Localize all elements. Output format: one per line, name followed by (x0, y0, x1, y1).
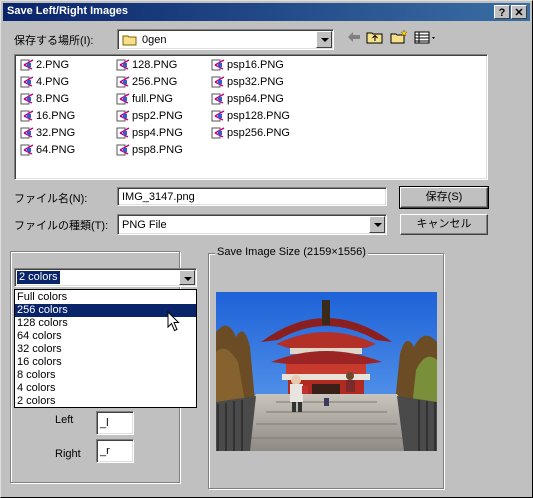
left-suffix-value: _l (100, 417, 109, 429)
png-file-icon (211, 93, 225, 106)
color-option[interactable]: 16 colors (15, 356, 196, 369)
file-name: psp8.PNG (132, 144, 183, 156)
location-dropdown-arrow[interactable] (316, 31, 332, 48)
file-name: psp2.PNG (132, 110, 183, 122)
filetype-dropdown-arrow[interactable] (369, 216, 385, 233)
png-file-icon (211, 76, 225, 89)
view-menu-icon[interactable] (414, 29, 438, 47)
save-button[interactable]: 保存(S) (399, 186, 489, 209)
color-option[interactable]: 32 colors (15, 343, 196, 356)
file-name: 128.PNG (132, 59, 178, 71)
colors-dropdown-list[interactable]: Full colors 256 colors 128 colors 64 colors… (14, 289, 197, 408)
location-value: 0gen (142, 34, 167, 46)
file-name: full.PNG (132, 93, 173, 105)
color-option[interactable]: 8 colors (15, 369, 196, 382)
png-file-icon (20, 127, 34, 140)
filetype-value: PNG File (122, 219, 167, 231)
png-file-icon (20, 76, 34, 89)
left-label: Left (55, 414, 74, 426)
file-name: psp16.PNG (227, 59, 284, 71)
filetype-dropdown[interactable]: PNG File (117, 214, 387, 235)
help-button[interactable]: ? (494, 5, 510, 19)
file-list[interactable]: 2.PNG 4.PNG 8.PNG 16.PNG 32.PNG 64.PNG 128.PNG… (14, 54, 488, 180)
png-file-icon (116, 76, 130, 89)
filename-input[interactable]: IMG_3147.png (117, 187, 387, 206)
png-file-icon (20, 110, 34, 123)
color-option[interactable]: 4 colors (15, 382, 196, 395)
file-name: psp32.PNG (227, 76, 284, 88)
title-bar: Save Left/Right Images ? ✕ (3, 3, 530, 21)
png-file-icon (116, 110, 130, 123)
filename-label: ファイル名(N): (14, 193, 88, 205)
color-option[interactable]: Full colors (15, 291, 196, 304)
file-name: psp256.PNG (227, 127, 290, 139)
new-folder-icon[interactable] (390, 29, 408, 47)
color-option[interactable]: 2 colors (15, 395, 196, 408)
file-name: psp4.PNG (132, 127, 183, 139)
cancel-button[interactable]: キャンセル (400, 214, 488, 235)
file-name: 2.PNG (36, 59, 70, 71)
file-name: 32.PNG (36, 127, 76, 139)
png-file-icon (116, 144, 130, 157)
png-file-icon (116, 93, 130, 106)
colors-combo-arrow[interactable] (179, 270, 195, 285)
file-name: 16.PNG (36, 110, 76, 122)
png-file-icon (20, 93, 34, 106)
right-label: Right (55, 448, 81, 460)
file-name: 64.PNG (36, 144, 76, 156)
file-name: 4.PNG (36, 76, 70, 88)
png-file-icon (20, 144, 34, 157)
png-file-icon (211, 110, 225, 123)
right-suffix-input[interactable]: _r (96, 439, 134, 463)
file-name: 256.PNG (132, 76, 178, 88)
close-button[interactable]: ✕ (511, 5, 527, 19)
png-file-icon (116, 59, 130, 72)
up-folder-icon[interactable] (366, 29, 384, 47)
png-file-icon (211, 127, 225, 140)
location-dropdown[interactable]: 0gen (117, 29, 334, 50)
mouse-cursor (167, 310, 181, 336)
png-file-icon (116, 127, 130, 140)
preview-group-label: Save Image Size (2159×1556) (215, 246, 368, 258)
filetype-label: ファイルの種類(T): (14, 220, 109, 232)
file-name: psp128.PNG (227, 110, 290, 122)
left-suffix-input[interactable]: _l (96, 411, 134, 435)
png-file-icon (20, 59, 34, 72)
file-name: psp64.PNG (227, 93, 284, 105)
preview-image (216, 292, 437, 451)
back-arrow-icon[interactable] (346, 29, 362, 47)
colors-combo[interactable]: 2 colors (14, 268, 197, 287)
folder-icon (122, 34, 138, 49)
png-file-icon (211, 59, 225, 72)
right-suffix-value: _r (100, 445, 110, 457)
location-label: 保存する場所(I): (14, 35, 94, 47)
file-name: 8.PNG (36, 93, 70, 105)
colors-combo-value: 2 colors (17, 271, 60, 284)
filename-value: IMG_3147.png (122, 191, 195, 203)
save-dialog: Save Left/Right Images ? ✕ 保存する場所(I): 0g… (0, 0, 533, 498)
window-title: Save Left/Right Images (7, 5, 129, 17)
